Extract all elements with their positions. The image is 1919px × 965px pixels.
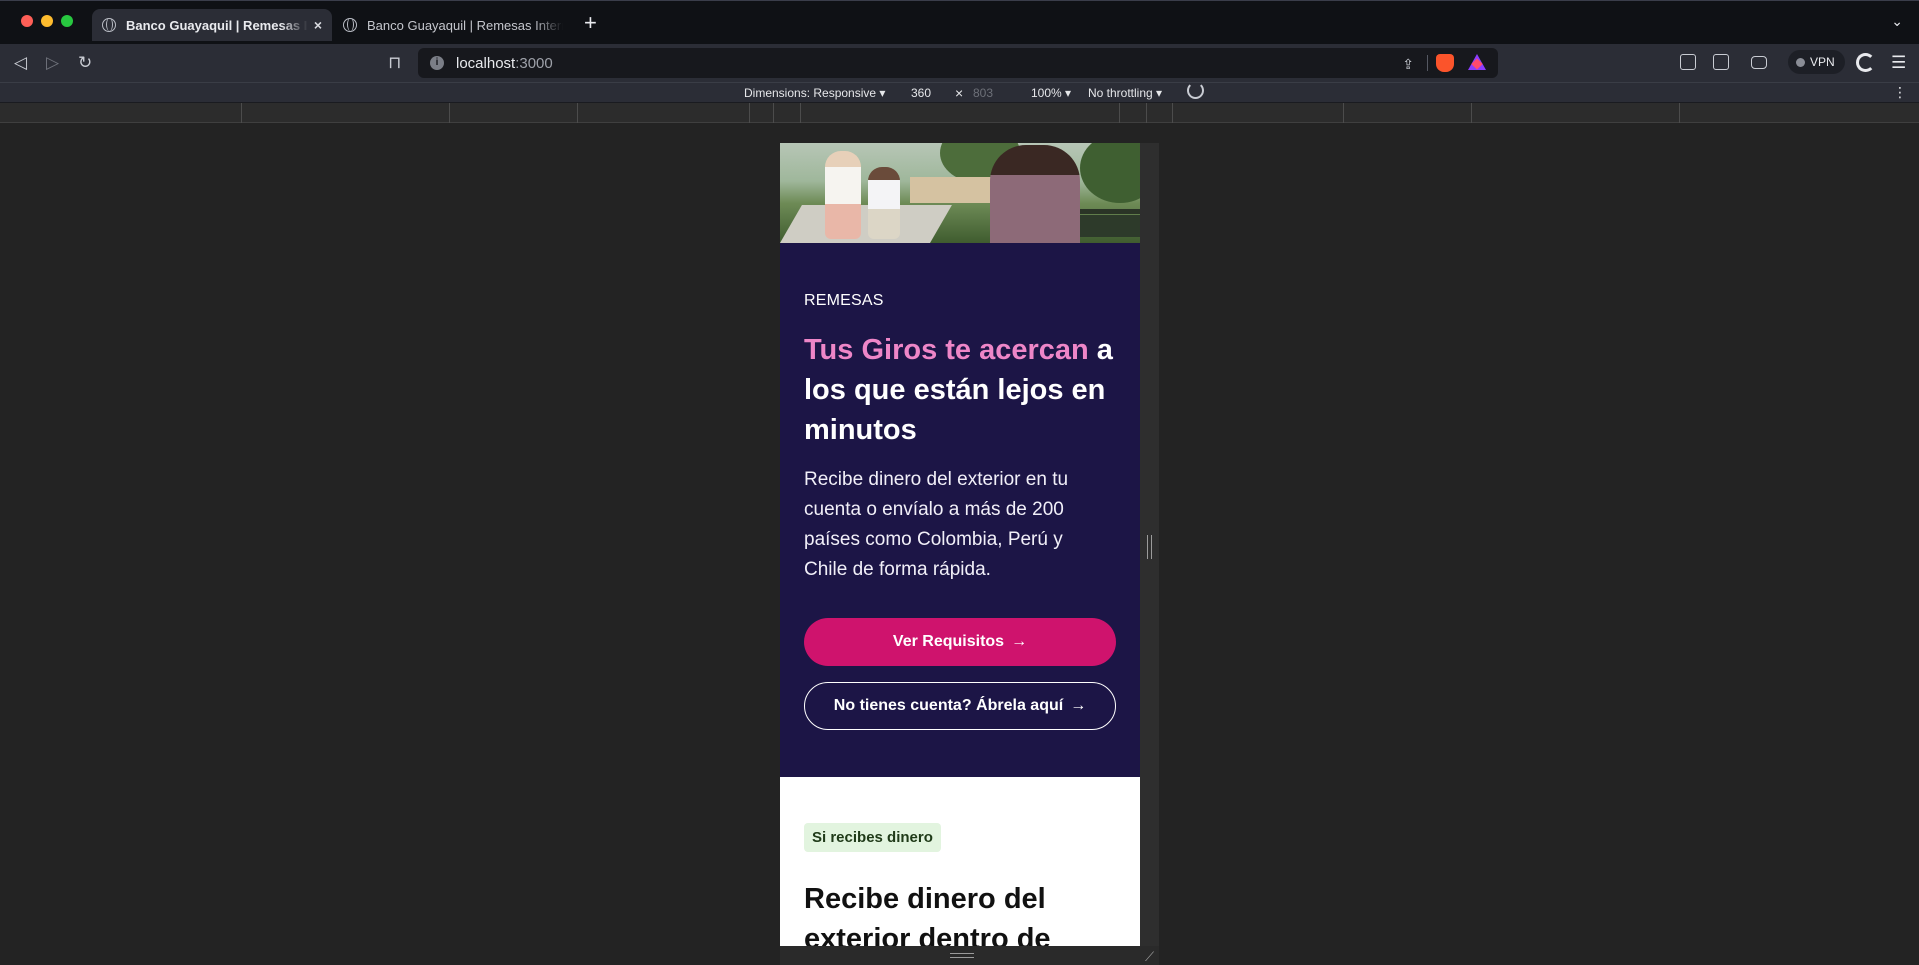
viewport-resize-handle-right[interactable]	[1140, 143, 1159, 946]
maximize-window-button[interactable]	[61, 15, 73, 27]
tab-active[interactable]: Banco Guayaquil | Remesas Internacionale…	[92, 9, 332, 41]
viewport-resize-handle-bottom[interactable]: ⟋	[780, 946, 1159, 965]
section-eyebrow: REMESAS	[804, 292, 884, 309]
media-query-ruler[interactable]	[0, 103, 1919, 123]
share-icon[interactable]: ⇪	[1402, 56, 1414, 73]
dimension-separator: ×	[955, 85, 964, 101]
tab-title: Banco Guayaquil | Remesas Internacionale…	[367, 17, 563, 33]
view-requirements-button[interactable]: Ver Requisitos →	[804, 618, 1116, 666]
vpn-button[interactable]: VPN	[1788, 50, 1845, 74]
new-tab-button[interactable]: +	[584, 11, 597, 35]
hero-photo	[780, 143, 1140, 243]
tab-search-chevron-icon[interactable]: ⌄	[1891, 13, 1903, 30]
hero-description: Recibe dinero del exterior en tu cuenta …	[804, 469, 1069, 580]
open-account-label: No tienes cuenta? Ábrela aquí	[833, 697, 1064, 714]
address-bar-divider	[1427, 55, 1428, 71]
dimensions-dropdown[interactable]: Dimensions: Responsive ▾	[744, 86, 885, 100]
sidebar-icon[interactable]	[1713, 54, 1729, 70]
resize-grip-icon	[950, 953, 974, 958]
globe-icon	[343, 18, 357, 32]
tab-close-icon[interactable]: ×	[314, 17, 322, 33]
arrow-right-icon: →	[1011, 633, 1028, 650]
page-title: Tus Giros te acercan a los que están lej…	[804, 330, 1119, 450]
section-tag: Si recibes dinero	[804, 823, 941, 852]
bookmark-icon[interactable]: ⊓	[388, 53, 401, 73]
brave-shields-icon[interactable]	[1436, 54, 1454, 72]
menu-icon[interactable]: ☰	[1891, 53, 1906, 73]
site-info-icon[interactable]: i	[430, 56, 444, 70]
throttling-dropdown[interactable]: No throttling ▾	[1088, 86, 1162, 100]
minimize-window-button[interactable]	[41, 15, 53, 27]
zoom-dropdown[interactable]: 100% ▾	[1031, 86, 1071, 100]
vpn-status-icon	[1796, 57, 1805, 67]
resize-corner-icon[interactable]: ⟋	[1145, 949, 1154, 965]
url-port: :3000	[515, 54, 553, 72]
tab-title: Banco Guayaquil | Remesas Internacionale…	[126, 17, 308, 33]
wallet-icon[interactable]	[1751, 56, 1767, 69]
tab-inactive[interactable]: Banco Guayaquil | Remesas Internacionale…	[333, 9, 573, 41]
device-toolbar: Dimensions: Responsive ▾ 360 × 803 100% …	[0, 82, 1919, 103]
leo-icon[interactable]	[1856, 53, 1875, 72]
address-bar[interactable]: i localhost:3000 ⇪	[418, 48, 1498, 78]
reload-icon[interactable]: ↻	[78, 53, 92, 73]
width-input[interactable]: 360	[911, 86, 931, 100]
forward-icon[interactable]: ▷	[46, 53, 59, 73]
view-requirements-label: Ver Requisitos	[892, 633, 1005, 650]
close-window-button[interactable]	[21, 15, 33, 27]
emulated-viewport: REMESAS Tus Giros te acercan a los que e…	[780, 143, 1140, 946]
rewards-icon[interactable]	[1468, 54, 1486, 70]
extensions-icon[interactable]	[1680, 54, 1696, 70]
arrow-right-icon: →	[1070, 697, 1087, 714]
more-options-icon[interactable]: ⋮	[1893, 84, 1907, 101]
headline-highlight: Tus Giros te acercan	[804, 334, 1089, 366]
open-account-button[interactable]: No tienes cuenta? Ábrela aquí →	[804, 682, 1116, 730]
section-title: Recibe dinero del exterior dentro de	[804, 883, 1051, 946]
height-input[interactable]: 803	[973, 86, 993, 100]
hero-section: REMESAS Tus Giros te acercan a los que e…	[780, 243, 1140, 777]
back-icon[interactable]: ◁	[14, 53, 27, 73]
url-host: localhost	[456, 54, 516, 72]
rotate-icon[interactable]	[1187, 82, 1204, 99]
globe-icon	[102, 18, 116, 32]
resize-grip-icon	[1147, 535, 1152, 559]
browser-tab-bar: Banco Guayaquil | Remesas Internacionale…	[0, 0, 1919, 44]
vpn-label: VPN	[1810, 55, 1835, 69]
browser-toolbar: ◁ ▷ ↻ ⊓ i localhost:3000 ⇪ VPN ☰	[0, 44, 1919, 82]
